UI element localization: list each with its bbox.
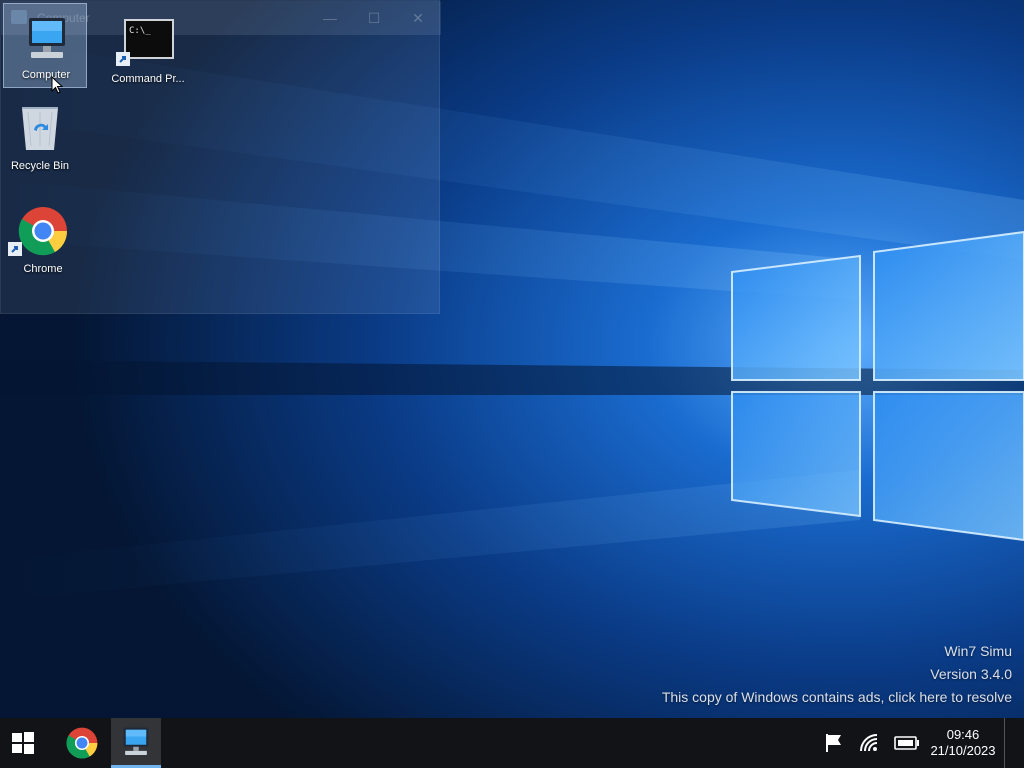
desktop-icon-label: Recycle Bin [10,160,70,172]
computer-icon [29,18,65,58]
clock[interactable]: 09:46 21/10/2023 [922,727,1004,759]
start-button[interactable] [0,718,46,768]
windows-logo-icon [12,732,34,754]
chrome-icon [18,207,68,256]
activation-watermark[interactable]: Win7 Simu Version 3.4.0 This copy of Win… [662,640,1012,709]
computer-icon [123,727,149,755]
close-button[interactable]: ✕ [407,7,429,29]
watermark-product: Win7 Simu [944,643,1012,659]
minimize-button[interactable]: — [319,7,341,29]
desktop-icon-label: Chrome [23,263,63,275]
terminal-icon: C:\_ [124,19,174,59]
battery-icon[interactable] [894,735,920,751]
taskbar-chrome-button[interactable] [57,718,107,768]
desktop-icon-label: Command Pr... [111,73,185,85]
desktop-icon-command-prompt[interactable]: C:\_ Command Pr... [106,18,190,90]
shortcut-arrow-icon [8,242,22,256]
desktop-icon-recycle-bin[interactable]: Recycle Bin [0,102,82,176]
clock-time: 09:46 [946,727,980,742]
desktop-icon-computer[interactable]: Computer [3,3,87,88]
taskbar-computer-button[interactable] [111,718,161,768]
desktop-icon-chrome[interactable]: Chrome [1,204,85,278]
flag-icon[interactable] [824,733,844,753]
taskbar: 09:46 21/10/2023 [0,718,1024,768]
terminal-prompt-text: C:\_ [129,26,151,36]
recycle-bin-icon [22,107,58,150]
watermark-ads-notice[interactable]: This copy of Windows contains ads, click… [662,686,1012,709]
chrome-icon [66,727,98,759]
maximize-button[interactable]: ☐ [363,7,385,29]
shortcut-arrow-icon [116,52,130,66]
wifi-icon[interactable] [859,733,879,753]
clock-date: 21/10/2023 [930,743,996,758]
mouse-cursor-icon [51,76,63,94]
watermark-version: Version 3.4.0 [930,666,1012,682]
desktop-icon-label: Computer [21,69,71,81]
show-desktop-button[interactable] [1004,718,1024,768]
